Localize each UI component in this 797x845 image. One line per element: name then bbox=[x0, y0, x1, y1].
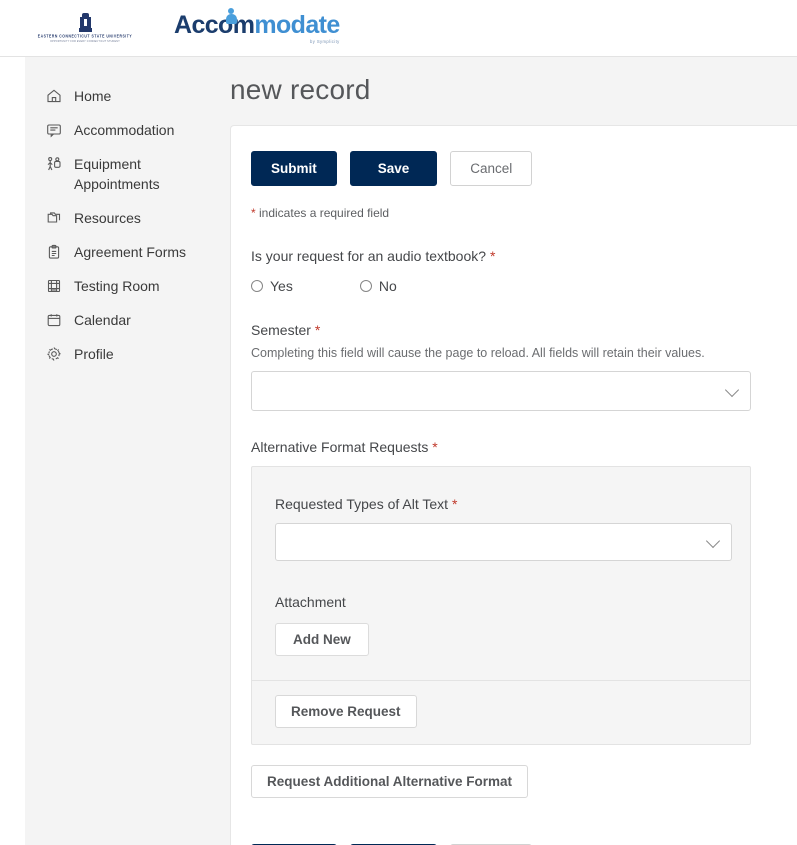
university-name: EASTERN CONNECTICUT STATE UNIVERSITY bbox=[37, 33, 133, 39]
cancel-button-top[interactable]: Cancel bbox=[450, 151, 533, 186]
semester-label-text: Semester bbox=[251, 322, 311, 338]
alt-text-types-label-text: Requested Types of Alt Text bbox=[275, 496, 449, 512]
sidebar-item-label: Accommodation bbox=[74, 122, 175, 138]
radio-circle-icon[interactable] bbox=[359, 280, 372, 292]
sidebar-item-equipment-appointments[interactable]: Equipment Appointments bbox=[25, 147, 230, 201]
radio-option-no[interactable]: No bbox=[359, 278, 397, 294]
page-title: new record bbox=[230, 74, 371, 105]
sidebar-item-label: Profile bbox=[74, 346, 114, 362]
audio-textbook-field: Is your request for an audio textbook? *… bbox=[251, 247, 797, 294]
chat-bubble-icon bbox=[45, 121, 62, 138]
calendar-icon bbox=[45, 311, 62, 328]
university-logo[interactable]: EASTERN CONNECTICUT STATE UNIVERSITY OPP… bbox=[38, 13, 132, 44]
sidebar-item-label: Testing Room bbox=[74, 278, 160, 294]
sidebar-item-label: Equipment Appointments bbox=[74, 156, 160, 192]
accommodate-word-tail: modate bbox=[254, 10, 340, 39]
remove-request-button[interactable]: Remove Request bbox=[275, 695, 417, 728]
gear-icon bbox=[45, 345, 62, 362]
radio-circle-icon[interactable] bbox=[251, 280, 263, 292]
accommodate-wordmark: Accommodate bbox=[174, 7, 340, 39]
submit-button-top[interactable]: Submit bbox=[251, 151, 337, 186]
sidebar-item-resources[interactable]: Resources bbox=[25, 201, 230, 235]
request-panel-footer: Remove Request bbox=[252, 680, 750, 744]
sidebar-item-label: Agreement Forms bbox=[74, 244, 187, 260]
building-icon bbox=[45, 277, 62, 294]
left-gutter bbox=[0, 57, 25, 845]
form-toolbar-top: Submit Save Cancel bbox=[251, 151, 797, 186]
attachment-label: Attachment bbox=[275, 594, 346, 610]
semester-field: Semester * Completing this field will ca… bbox=[251, 321, 797, 411]
university-tagline: OPPORTUNITY FOR EVERY CONNECTICUT STUDEN… bbox=[50, 39, 120, 44]
sidebar-item-accommodation[interactable]: Accommodation bbox=[25, 113, 230, 147]
sidebar: Home Accommodation Equipment Appointment… bbox=[25, 57, 230, 845]
main-content: new record Submit Save Cancel * indicate… bbox=[230, 57, 797, 845]
chevron-down-icon bbox=[724, 382, 740, 398]
audio-textbook-question: Is your request for an audio textbook? * bbox=[251, 247, 797, 266]
accommodate-subtitle: by Symplicity bbox=[310, 38, 340, 44]
required-marker: * bbox=[432, 439, 438, 455]
required-field-note: * indicates a required field bbox=[251, 206, 797, 220]
semester-help-text: Completing this field will cause the pag… bbox=[251, 346, 705, 360]
alternative-format-requests-label-text: Alternative Format Requests bbox=[251, 439, 429, 455]
audio-textbook-radio-group: Yes No bbox=[251, 278, 797, 294]
app-window: EASTERN CONNECTICUT STATE UNIVERSITY OPP… bbox=[0, 0, 797, 845]
semester-select[interactable] bbox=[251, 371, 751, 411]
save-button-top[interactable]: Save bbox=[349, 151, 438, 186]
sidebar-item-home[interactable]: Home bbox=[25, 79, 230, 113]
audio-textbook-question-text: Is your request for an audio textbook? bbox=[251, 248, 487, 264]
person-accessibility-icon bbox=[45, 155, 62, 172]
required-marker: * bbox=[489, 248, 496, 264]
sidebar-item-profile[interactable]: Profile bbox=[25, 337, 230, 371]
folder-icon bbox=[45, 209, 62, 226]
radio-label-no: No bbox=[378, 278, 397, 294]
sidebar-item-label: Resources bbox=[74, 210, 141, 226]
alt-text-types-label: Requested Types of Alt Text * bbox=[275, 495, 750, 514]
clipboard-icon bbox=[45, 243, 62, 260]
alt-text-types-select[interactable] bbox=[275, 523, 732, 561]
home-icon bbox=[45, 87, 62, 104]
radio-option-yes[interactable]: Yes bbox=[251, 278, 293, 294]
radio-label-yes: Yes bbox=[270, 278, 293, 294]
sidebar-item-calendar[interactable]: Calendar bbox=[25, 303, 230, 337]
torch-logo-icon bbox=[78, 13, 92, 33]
sidebar-item-testing-room[interactable]: Testing Room bbox=[25, 269, 230, 303]
required-marker: * bbox=[314, 322, 321, 338]
sidebar-item-label: Calendar bbox=[74, 312, 131, 328]
accommodate-word-main: Accom bbox=[174, 10, 255, 39]
required-marker: * bbox=[451, 496, 458, 512]
alternative-format-requests-field: Alternative Format Requests * Requested … bbox=[251, 438, 797, 798]
chevron-down-icon bbox=[705, 533, 721, 549]
required-note-text: indicates a required field bbox=[255, 206, 390, 220]
alternative-format-requests-label: Alternative Format Requests * bbox=[251, 438, 797, 457]
person-icon bbox=[225, 7, 237, 24]
form-card: Submit Save Cancel * indicates a require… bbox=[230, 125, 797, 845]
add-new-attachment-button[interactable]: Add New bbox=[275, 623, 369, 656]
body-area: Home Accommodation Equipment Appointment… bbox=[0, 57, 797, 845]
app-header: EASTERN CONNECTICUT STATE UNIVERSITY OPP… bbox=[0, 0, 797, 57]
sidebar-item-label: Home bbox=[74, 88, 112, 104]
add-request-row: Request Additional Alternative Format bbox=[251, 765, 797, 798]
semester-label: Semester * bbox=[251, 321, 797, 340]
request-panel-body: Requested Types of Alt Text * Attachment… bbox=[252, 467, 750, 680]
alternative-format-request-panel: Requested Types of Alt Text * Attachment… bbox=[251, 466, 751, 745]
sidebar-item-agreement-forms[interactable]: Agreement Forms bbox=[25, 235, 230, 269]
request-additional-alternative-format-button[interactable]: Request Additional Alternative Format bbox=[251, 765, 529, 798]
accommodate-logo[interactable]: Accommodate by Symplicity bbox=[174, 7, 340, 44]
